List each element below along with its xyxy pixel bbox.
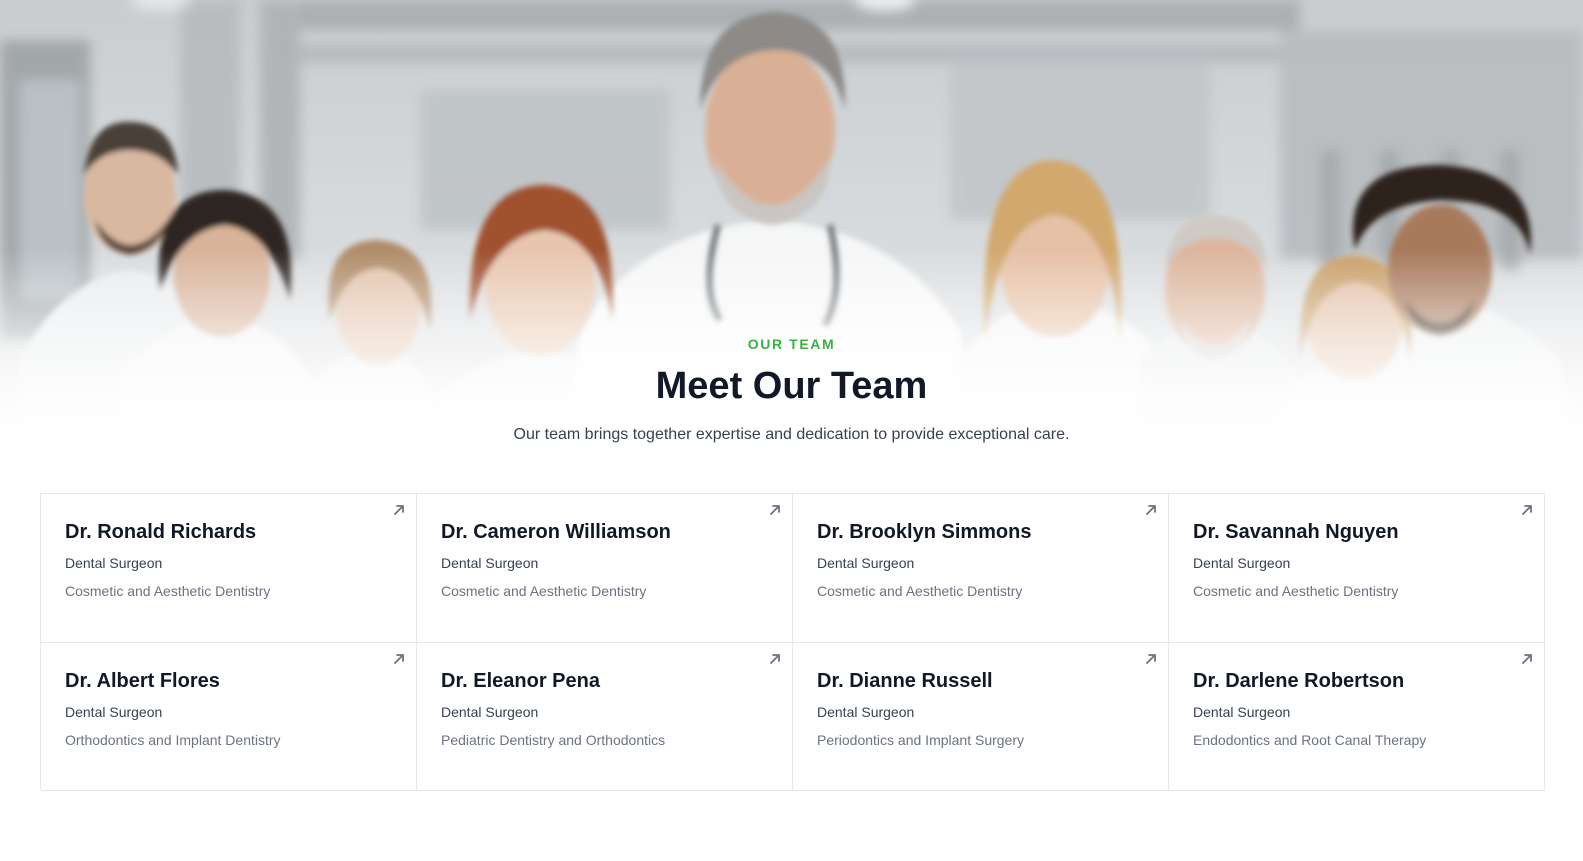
doctor-role: Dental Surgeon bbox=[441, 555, 539, 571]
team-card-eleanor-pena[interactable]: Dr. Eleanor Pena Dental Surgeon Pediatri… bbox=[417, 642, 793, 791]
doctor-specialty: Cosmetic and Aesthetic Dentistry bbox=[441, 583, 647, 599]
doctor-role: Dental Surgeon bbox=[1193, 555, 1291, 571]
doctor-role: Dental Surgeon bbox=[441, 703, 539, 720]
team-card-albert-flores[interactable]: Dr. Albert Flores Dental Surgeon Orthodo… bbox=[41, 642, 417, 791]
doctor-name: Dr. Dianne Russell bbox=[817, 669, 993, 692]
doctor-specialty: Cosmetic and Aesthetic Dentistry bbox=[1193, 583, 1399, 599]
doctor-role: Dental Surgeon bbox=[65, 555, 163, 571]
doctor-role: Dental Surgeon bbox=[817, 703, 915, 720]
doctor-name: Dr. Darlene Robertson bbox=[1193, 669, 1405, 692]
arrow-up-right-icon[interactable] bbox=[768, 652, 782, 666]
doctor-name: Dr. Cameron Williamson bbox=[441, 521, 671, 543]
team-card-brooklyn-simmons[interactable]: Dr. Brooklyn Simmons Dental Surgeon Cosm… bbox=[793, 494, 1169, 643]
team-card-ronald-richards[interactable]: Dr. Ronald Richards Dental Surgeon Cosme… bbox=[41, 494, 417, 643]
arrow-up-right-icon[interactable] bbox=[768, 503, 782, 517]
arrow-up-right-icon[interactable] bbox=[392, 503, 406, 517]
doctor-specialty: Cosmetic and Aesthetic Dentistry bbox=[817, 583, 1023, 599]
hero-section: OUR TEAM Meet Our Team Our team brings t… bbox=[0, 0, 1583, 470]
doctor-specialty: Pediatric Dentistry and Orthodontics bbox=[441, 731, 666, 748]
arrow-up-right-icon[interactable] bbox=[1144, 503, 1158, 517]
team-card-savannah-nguyen[interactable]: Dr. Savannah Nguyen Dental Surgeon Cosme… bbox=[1169, 494, 1545, 643]
arrow-up-right-icon[interactable] bbox=[392, 652, 406, 666]
team-card-dianne-russell[interactable]: Dr. Dianne Russell Dental Surgeon Period… bbox=[793, 642, 1169, 791]
doctor-specialty: Periodontics and Implant Surgery bbox=[817, 731, 1024, 748]
doctor-name: Dr. Savannah Nguyen bbox=[1193, 521, 1399, 543]
doctor-specialty: Cosmetic and Aesthetic Dentistry bbox=[65, 583, 271, 599]
doctor-name: Dr. Brooklyn Simmons bbox=[817, 521, 1032, 543]
doctor-specialty: Endodontics and Root Canal Therapy bbox=[1193, 731, 1427, 748]
arrow-up-right-icon[interactable] bbox=[1520, 652, 1534, 666]
doctor-role: Dental Surgeon bbox=[1193, 703, 1291, 720]
section-eyebrow: OUR TEAM bbox=[747, 336, 836, 352]
team-card-darlene-robertson[interactable]: Dr. Darlene Robertson Dental Surgeon End… bbox=[1169, 642, 1545, 791]
section-subtitle: Our team brings together expertise and d… bbox=[513, 426, 1070, 443]
doctor-specialty: Orthodontics and Implant Dentistry bbox=[65, 731, 281, 748]
section-title: Meet Our Team bbox=[655, 365, 928, 407]
arrow-up-right-icon[interactable] bbox=[1520, 503, 1534, 517]
doctor-role: Dental Surgeon bbox=[65, 703, 163, 720]
team-grid: Dr. Ronald Richards Dental Surgeon Cosme… bbox=[40, 493, 1545, 791]
doctor-name: Dr. Eleanor Pena bbox=[441, 669, 600, 692]
team-card-cameron-williamson[interactable]: Dr. Cameron Williamson Dental Surgeon Co… bbox=[417, 494, 793, 643]
team-page: OUR TEAM Meet Our Team Our team brings t… bbox=[0, 0, 1583, 861]
arrow-up-right-icon[interactable] bbox=[1144, 652, 1158, 666]
doctor-name: Dr. Ronald Richards bbox=[65, 521, 257, 543]
doctor-name: Dr. Albert Flores bbox=[65, 669, 220, 692]
doctor-role: Dental Surgeon bbox=[817, 555, 915, 571]
